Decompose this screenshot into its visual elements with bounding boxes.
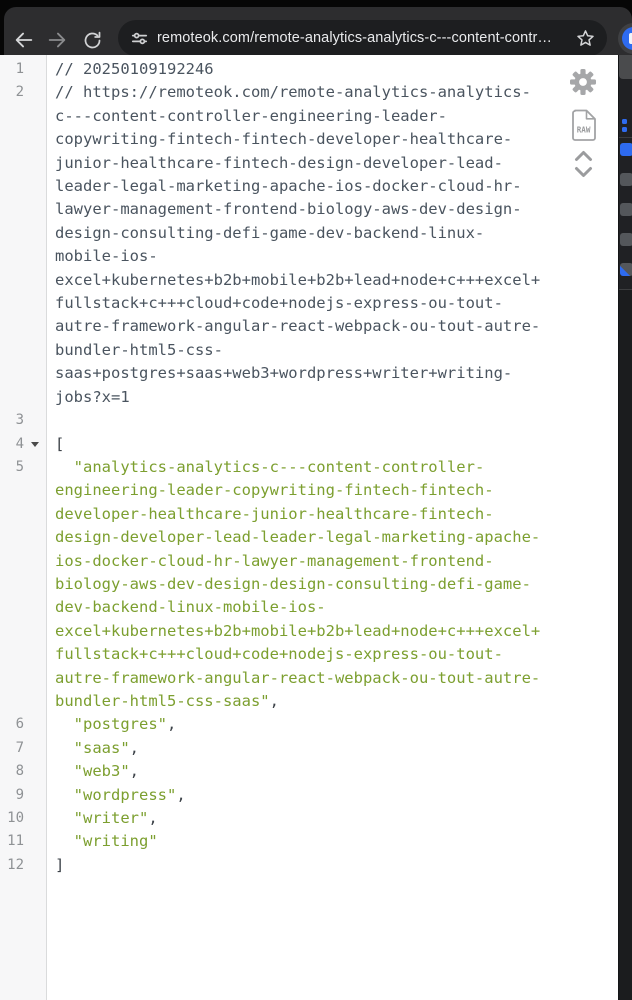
code-text: "postgres", xyxy=(73,715,177,734)
code-line: 10 "writer", xyxy=(0,807,545,830)
gutter-cell xyxy=(24,737,46,746)
line-number: 9 xyxy=(15,786,24,803)
background-window-toolbar-edge xyxy=(619,55,632,79)
divider xyxy=(619,137,632,138)
chevron-down-icon xyxy=(574,167,592,177)
code-text: "saas", xyxy=(73,738,140,757)
background-window-body xyxy=(619,290,632,1000)
code-text: [ xyxy=(55,434,65,453)
profile-avatar[interactable] xyxy=(618,23,632,54)
browser-toolbar: remoteok.com/remote-analytics-analytics-… xyxy=(0,0,632,56)
back-button[interactable] xyxy=(13,29,35,51)
gutter-cell xyxy=(24,456,46,465)
line-number: 3 xyxy=(15,412,24,429)
line-number: 7 xyxy=(15,739,24,756)
code-line: 11 "writing" xyxy=(0,830,545,853)
gutter-cell xyxy=(24,830,46,839)
svg-text:RAW: RAW xyxy=(576,126,590,135)
gutter-cell xyxy=(24,409,46,418)
view-raw-button[interactable]: RAW xyxy=(568,109,598,142)
code-text: // https://remoteok.com/remote-analytics… xyxy=(55,83,541,406)
background-tab-favicon-icon[interactable] xyxy=(620,233,632,246)
viewer-options-button[interactable] xyxy=(568,68,598,96)
code-line: 1 // 20250109192246 xyxy=(0,58,545,81)
pinned-favicon-fragment-icon[interactable] xyxy=(622,119,627,135)
code-line: 5 "analytics-analytics-c---content-contr… xyxy=(0,456,545,713)
reload-icon xyxy=(84,31,100,48)
site-settings-icon[interactable] xyxy=(129,28,150,49)
reload-button[interactable] xyxy=(81,29,103,51)
json-viewer-page: 1 // 20250109192246 2 // https://remoteok.c… xyxy=(0,55,618,1000)
address-bar[interactable]: remoteok.com/remote-analytics-analytics-… xyxy=(118,20,607,56)
code-line: 7 "saas", xyxy=(0,737,545,760)
back-arrow-icon xyxy=(15,32,33,48)
code-line: 3 xyxy=(0,409,545,432)
viewer-controls: RAW xyxy=(568,68,598,179)
code-text: "wordpress", xyxy=(73,785,186,804)
line-number: 5 xyxy=(15,458,24,475)
chevron-up-icon xyxy=(574,151,592,161)
line-number: 2 xyxy=(15,84,24,101)
gutter-cell xyxy=(24,81,46,90)
background-tab-favicon-icon[interactable] xyxy=(620,173,632,186)
gutter-cell xyxy=(24,784,46,793)
gutter-cell xyxy=(24,854,46,863)
forward-arrow-icon xyxy=(48,32,66,48)
line-number: 6 xyxy=(15,716,24,733)
raw-document-icon: RAW xyxy=(571,109,596,141)
collapse-triangle-icon[interactable] xyxy=(31,441,39,447)
code-line: 9 "wordpress", xyxy=(0,784,545,807)
gutter-cell xyxy=(24,807,46,816)
background-tab-favicon-icon[interactable] xyxy=(620,203,632,216)
collapse-all-button[interactable] xyxy=(568,149,598,163)
background-tab-favicon-icon[interactable] xyxy=(620,263,632,276)
code-text: "analytics-analytics-c---content-control… xyxy=(55,457,541,710)
background-tab-favicon-icon[interactable] xyxy=(620,143,632,156)
code-line: 12] xyxy=(0,854,545,877)
code-text: "web3", xyxy=(73,762,140,781)
code-text: // 20250109192246 xyxy=(55,60,214,78)
forward-button[interactable] xyxy=(46,29,68,51)
code-area: 1 // 20250109192246 2 // https://remoteok.c… xyxy=(0,58,545,877)
divider xyxy=(619,289,632,290)
avatar-badge-icon xyxy=(622,27,632,50)
line-number: 11 xyxy=(7,833,24,850)
background-window-sliver xyxy=(618,55,632,1000)
line-number: 4 xyxy=(15,435,24,452)
line-number: 8 xyxy=(15,763,24,780)
code-line: 8 "web3", xyxy=(0,760,545,783)
line-number: 12 xyxy=(7,856,24,873)
gear-icon xyxy=(570,69,596,95)
code-text: "writer", xyxy=(73,809,158,827)
gutter-cell xyxy=(24,58,46,67)
line-number: 10 xyxy=(7,810,24,826)
code-text: "writing" xyxy=(73,832,158,851)
url-text: remoteok.com/remote-analytics-analytics-… xyxy=(157,30,552,46)
toolbar-surface: remoteok.com/remote-analytics-analytics-… xyxy=(4,7,632,56)
expand-all-button[interactable] xyxy=(568,165,598,179)
code-text: ] xyxy=(55,855,65,874)
gutter-cell xyxy=(24,760,46,769)
gutter-cell xyxy=(24,713,46,722)
gutter-cell xyxy=(24,433,46,447)
code-line: 6 "postgres", xyxy=(0,713,545,736)
bookmark-star-icon[interactable] xyxy=(575,28,596,49)
code-line: 4[ xyxy=(0,433,545,456)
code-line: 2 // https://remoteok.com/remote-analytic… xyxy=(0,81,545,409)
line-number: 1 xyxy=(15,61,24,77)
